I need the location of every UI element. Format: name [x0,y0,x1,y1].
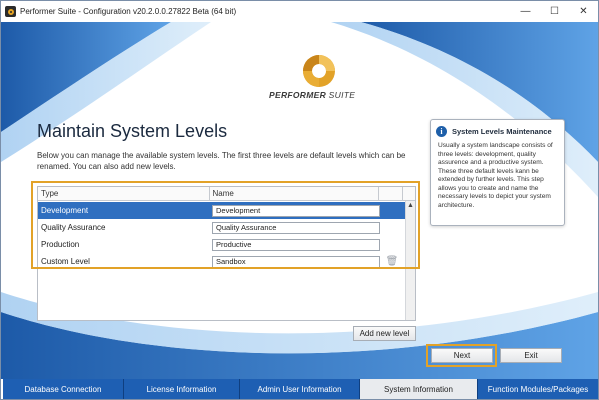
next-button[interactable]: Next [431,348,493,363]
column-header-scroll [403,187,415,201]
level-name-input[interactable] [212,238,380,251]
minimize-button[interactable]: — [511,1,540,22]
column-header-type[interactable]: Type [38,187,210,201]
brand-wordmark: PERFORMER SUITE [269,90,355,100]
tab-function-modules-packages[interactable]: Function Modules/Packages [478,379,598,399]
add-new-level-button[interactable]: Add new level [353,326,416,341]
performer-logo-icon [303,55,335,87]
level-name-input[interactable] [212,255,380,268]
info-panel: i System Levels Maintenance Usually a sy… [430,119,565,226]
page-title: Maintain System Levels [37,121,228,141]
trash-icon[interactable]: 🗑 [380,256,404,267]
app-window: Performer Suite - Configuration v20.2.0.… [0,0,599,400]
tab-license-information[interactable]: License Information [124,379,240,399]
app-logo-icon [5,6,16,17]
table-header: Type Name [38,187,415,201]
info-title: System Levels Maintenance [452,127,552,136]
tab-system-information[interactable]: System Information [360,379,478,399]
table-row[interactable]: Custom Level 🗑 [38,253,406,270]
level-name-input[interactable] [212,204,380,217]
page-description: Below you can manage the available syste… [37,151,406,171]
row-type: Production [41,240,80,249]
window-title: Performer Suite - Configuration v20.2.0.… [20,7,237,16]
column-header-name[interactable]: Name [210,187,380,201]
level-name-input[interactable] [212,221,380,234]
row-type: Custom Level [41,257,90,266]
maximize-button[interactable]: ☐ [540,1,569,22]
brand-prefix: PERFORMER [269,90,327,100]
table-scrollbar[interactable]: ▲ [405,201,415,320]
info-body: Usually a system landscape consists of t… [438,142,553,209]
row-type: Development [41,206,89,215]
row-type: Quality Assurance [41,223,106,232]
close-button[interactable]: ✕ [569,1,598,22]
table-row[interactable]: Production [38,236,406,253]
column-header-actions [379,187,404,201]
table-row[interactable]: Quality Assurance [38,219,406,236]
scroll-up-arrow-icon[interactable]: ▲ [406,201,415,211]
brand-suffix: SUITE [326,90,356,100]
table-row[interactable]: Development [38,202,406,219]
tab-admin-user-information[interactable]: Admin User Information [240,379,360,399]
info-icon: i [436,126,447,137]
tab-database-connection[interactable]: Database Connection [3,379,124,399]
wizard-tabs: Database Connection License Information … [3,379,598,399]
system-levels-table: Type Name Development Quality Assurance … [37,186,416,321]
title-bar: Performer Suite - Configuration v20.2.0.… [1,1,598,22]
exit-button[interactable]: Exit [500,348,562,363]
